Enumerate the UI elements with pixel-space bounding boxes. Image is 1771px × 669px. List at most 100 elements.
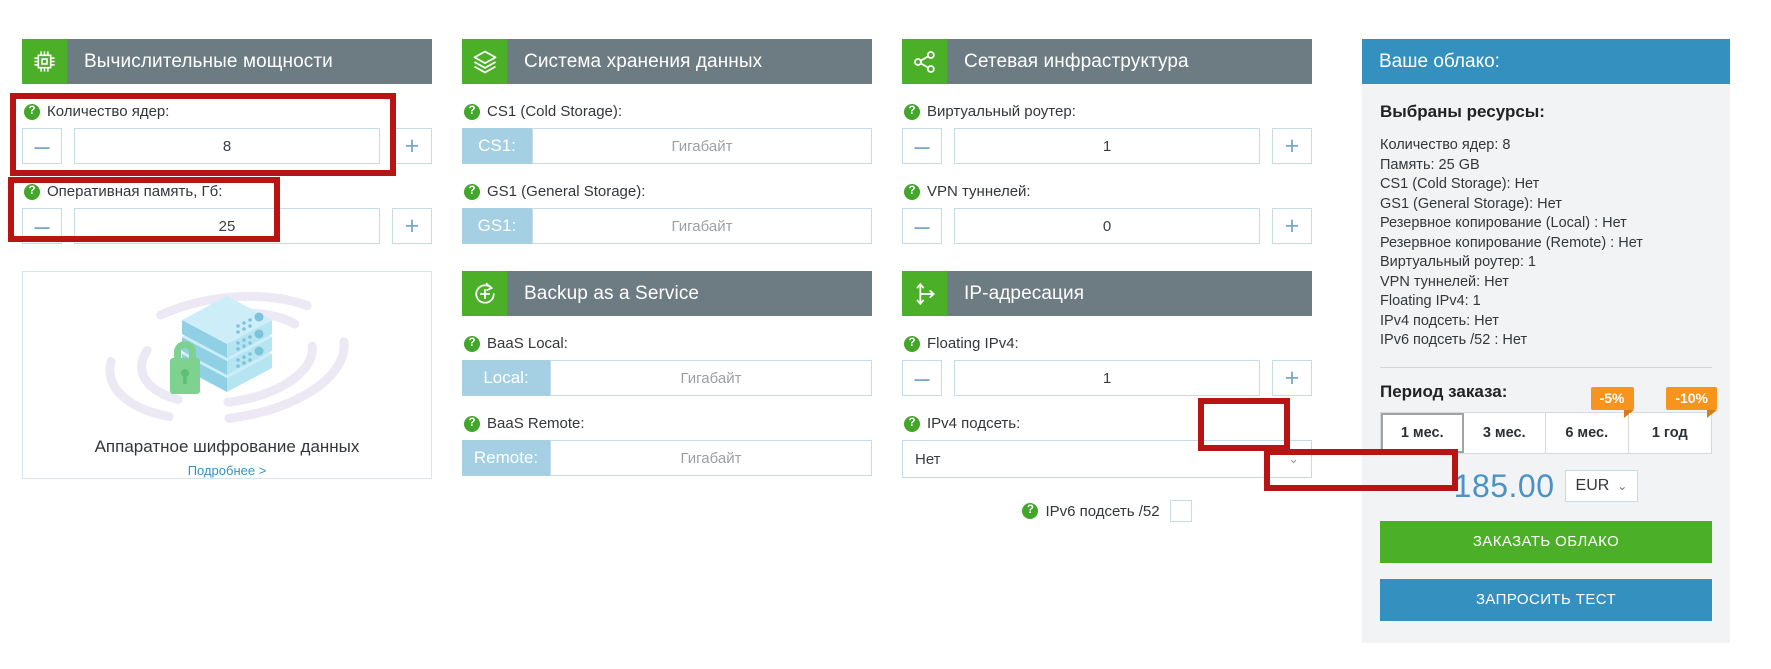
summary-line: Резервное копирование (Local) : Нет [1380, 215, 1627, 231]
ip-routing-icon [902, 271, 947, 316]
section-header-compute: Вычислительные мощности [22, 39, 432, 84]
field-ram: ? Оперативная память, Гб: – 25 + [22, 183, 432, 244]
router-increment-button[interactable]: + [1272, 128, 1312, 164]
divider [1380, 366, 1712, 368]
summary-line: Количество ядер: 8 [1380, 137, 1511, 153]
column-compute: Вычислительные мощности ? Количество яде… [22, 0, 432, 479]
baas-local-prefix-label: Local: [462, 360, 550, 396]
label-text-floating-ipv4: Floating IPv4: [927, 335, 1019, 352]
help-icon[interactable]: ? [464, 103, 480, 120]
label-text-ipv6-subnet: IPv6 подсеть /52 [1045, 502, 1160, 520]
summary-line: GS1 (General Storage): Нет [1380, 195, 1562, 212]
floating-ipv4-input[interactable]: 1 [954, 360, 1260, 396]
section-title-compute: Вычислительные мощности [84, 50, 333, 72]
vpn-input[interactable]: 0 [954, 208, 1260, 244]
column-summary: Ваше облако: Выбраны ресурсы: Количество… [1362, 0, 1730, 643]
floating-ipv4-decrement-button[interactable]: – [902, 360, 942, 396]
promo-hardware-encryption[interactable]: Аппаратное шифрование данных Подробнее > [22, 271, 432, 479]
input-group-gs1: GS1: Гигабайт [462, 208, 872, 244]
promo-more-link[interactable]: Подробнее > [188, 463, 267, 478]
ram-input[interactable]: 25 [74, 208, 380, 244]
help-icon[interactable]: ? [464, 183, 480, 200]
period-option-6-months[interactable]: -5% 6 мес. [1546, 386, 1634, 453]
baas-remote-prefix-label: Remote: [462, 440, 550, 476]
help-icon[interactable]: ? [464, 335, 480, 352]
period-option-1-month[interactable]: 1 мес. [1381, 412, 1464, 453]
section-header-storage: Система хранения данных [462, 39, 872, 84]
stepper-vpn: – 0 + [902, 208, 1312, 244]
ipv6-subnet-checkbox[interactable] [1169, 500, 1192, 522]
label-text-ram: Оперативная память, Гб: [47, 183, 223, 200]
total-price: 185.00 [1453, 467, 1555, 504]
field-label-ipv4-subnet: ? IPv4 подсеть: [902, 415, 1312, 432]
help-icon[interactable]: ? [904, 335, 920, 352]
help-icon[interactable]: ? [24, 183, 40, 200]
cpu-icon [22, 39, 67, 84]
cloud-configurator-page: Вычислительные мощности ? Количество яде… [0, 0, 1771, 669]
layers-icon [462, 39, 507, 84]
field-cores: ? Количество ядер: – 8 + [22, 103, 432, 164]
period-label: 1 мес. [1400, 424, 1444, 441]
baas-local-input[interactable]: Гигабайт [550, 360, 872, 396]
promo-caption: Аппаратное шифрование данных [94, 437, 360, 456]
router-decrement-button[interactable]: – [902, 128, 942, 164]
field-label-cs1: ? CS1 (Cold Storage): [462, 103, 872, 120]
section-title-network: Сетевая инфраструктура [964, 50, 1189, 72]
server-lock-illustration [62, 280, 392, 435]
section-title-ip: IP-адресация [964, 282, 1085, 304]
cs1-input[interactable]: Гигабайт [532, 128, 872, 164]
period-label: 3 мес. [1482, 424, 1526, 441]
summary-line: Память: 25 GB [1380, 156, 1480, 173]
router-input[interactable]: 1 [954, 128, 1260, 164]
field-label-baas-local: ? BaaS Local: [462, 335, 872, 352]
section-header-baas: Backup as a Service [462, 271, 872, 316]
cores-increment-button[interactable]: + [392, 128, 432, 164]
cores-input[interactable]: 8 [74, 128, 380, 164]
help-icon[interactable]: ? [464, 415, 480, 432]
request-test-button[interactable]: ЗАПРОСИТЬ ТЕСТ [1380, 578, 1712, 621]
period-label: 6 мес. [1565, 424, 1609, 441]
label-text-vpn: VPN туннелей: [927, 183, 1031, 200]
help-icon[interactable]: ? [904, 183, 920, 200]
vpn-increment-button[interactable]: + [1272, 208, 1312, 244]
ram-increment-button[interactable]: + [392, 208, 432, 244]
field-label-ram: ? Оперативная память, Гб: [22, 183, 432, 200]
cores-decrement-button[interactable]: – [22, 128, 62, 164]
label-text-ipv4-subnet: IPv4 подсеть: [927, 415, 1021, 432]
order-cloud-button[interactable]: ЗАКАЗАТЬ ОБЛАКО [1380, 520, 1712, 563]
help-icon[interactable]: ? [904, 103, 920, 120]
help-icon[interactable]: ? [904, 415, 920, 432]
chevron-down-icon: ⌄ [1617, 479, 1628, 493]
period-option-1-year[interactable]: -10% 1 год [1628, 386, 1717, 453]
stepper-router: – 1 + [902, 128, 1312, 164]
floating-ipv4-increment-button[interactable]: + [1272, 360, 1312, 396]
stepper-floating-ipv4: – 1 + [902, 360, 1312, 396]
gs1-prefix-label: GS1: [462, 208, 532, 244]
field-gs1: ? GS1 (General Storage): GS1: Гигабайт [462, 183, 872, 244]
network-share-icon [902, 39, 947, 84]
field-vpn: ? VPN туннелей: – 0 + [902, 183, 1312, 244]
column-network: Сетевая инфраструктура ? Виртуальный роу… [902, 0, 1312, 522]
summary-line: Floating IPv4: 1 [1380, 293, 1481, 309]
stepper-cores: – 8 + [22, 128, 432, 164]
field-baas-local: ? BaaS Local: Local: Гигабайт [462, 335, 872, 396]
field-label-floating-ipv4: ? Floating IPv4: [902, 335, 1312, 352]
field-router: ? Виртуальный роутер: – 1 + [902, 103, 1312, 164]
ipv4-subnet-select[interactable]: Нет ⌄ [902, 440, 1312, 478]
input-group-baas-local: Local: Гигабайт [462, 360, 872, 396]
gs1-input[interactable]: Гигабайт [532, 208, 872, 244]
summary-line: CS1 (Cold Storage): Нет [1380, 176, 1540, 192]
label-text-cores: Количество ядер: [47, 103, 170, 120]
order-period-group: 1 мес. 3 мес. -5% 6 мес. -10% 1 год [1380, 386, 1717, 454]
help-icon[interactable]: ? [24, 103, 40, 120]
field-ipv4-subnet: ? IPv4 подсеть: Нет ⌄ [902, 415, 1312, 478]
cs1-prefix-label: CS1: [462, 128, 532, 164]
baas-remote-input[interactable]: Гигабайт [550, 440, 872, 476]
summary-line: VPN туннелей: Нет [1380, 273, 1509, 290]
vpn-decrement-button[interactable]: – [902, 208, 942, 244]
ram-decrement-button[interactable]: – [22, 208, 62, 244]
field-label-router: ? Виртуальный роутер: [902, 103, 1312, 120]
period-option-3-months[interactable]: 3 мес. [1463, 412, 1546, 453]
help-icon[interactable]: ? [1022, 503, 1039, 519]
currency-select[interactable]: EUR ⌄ [1564, 470, 1639, 502]
